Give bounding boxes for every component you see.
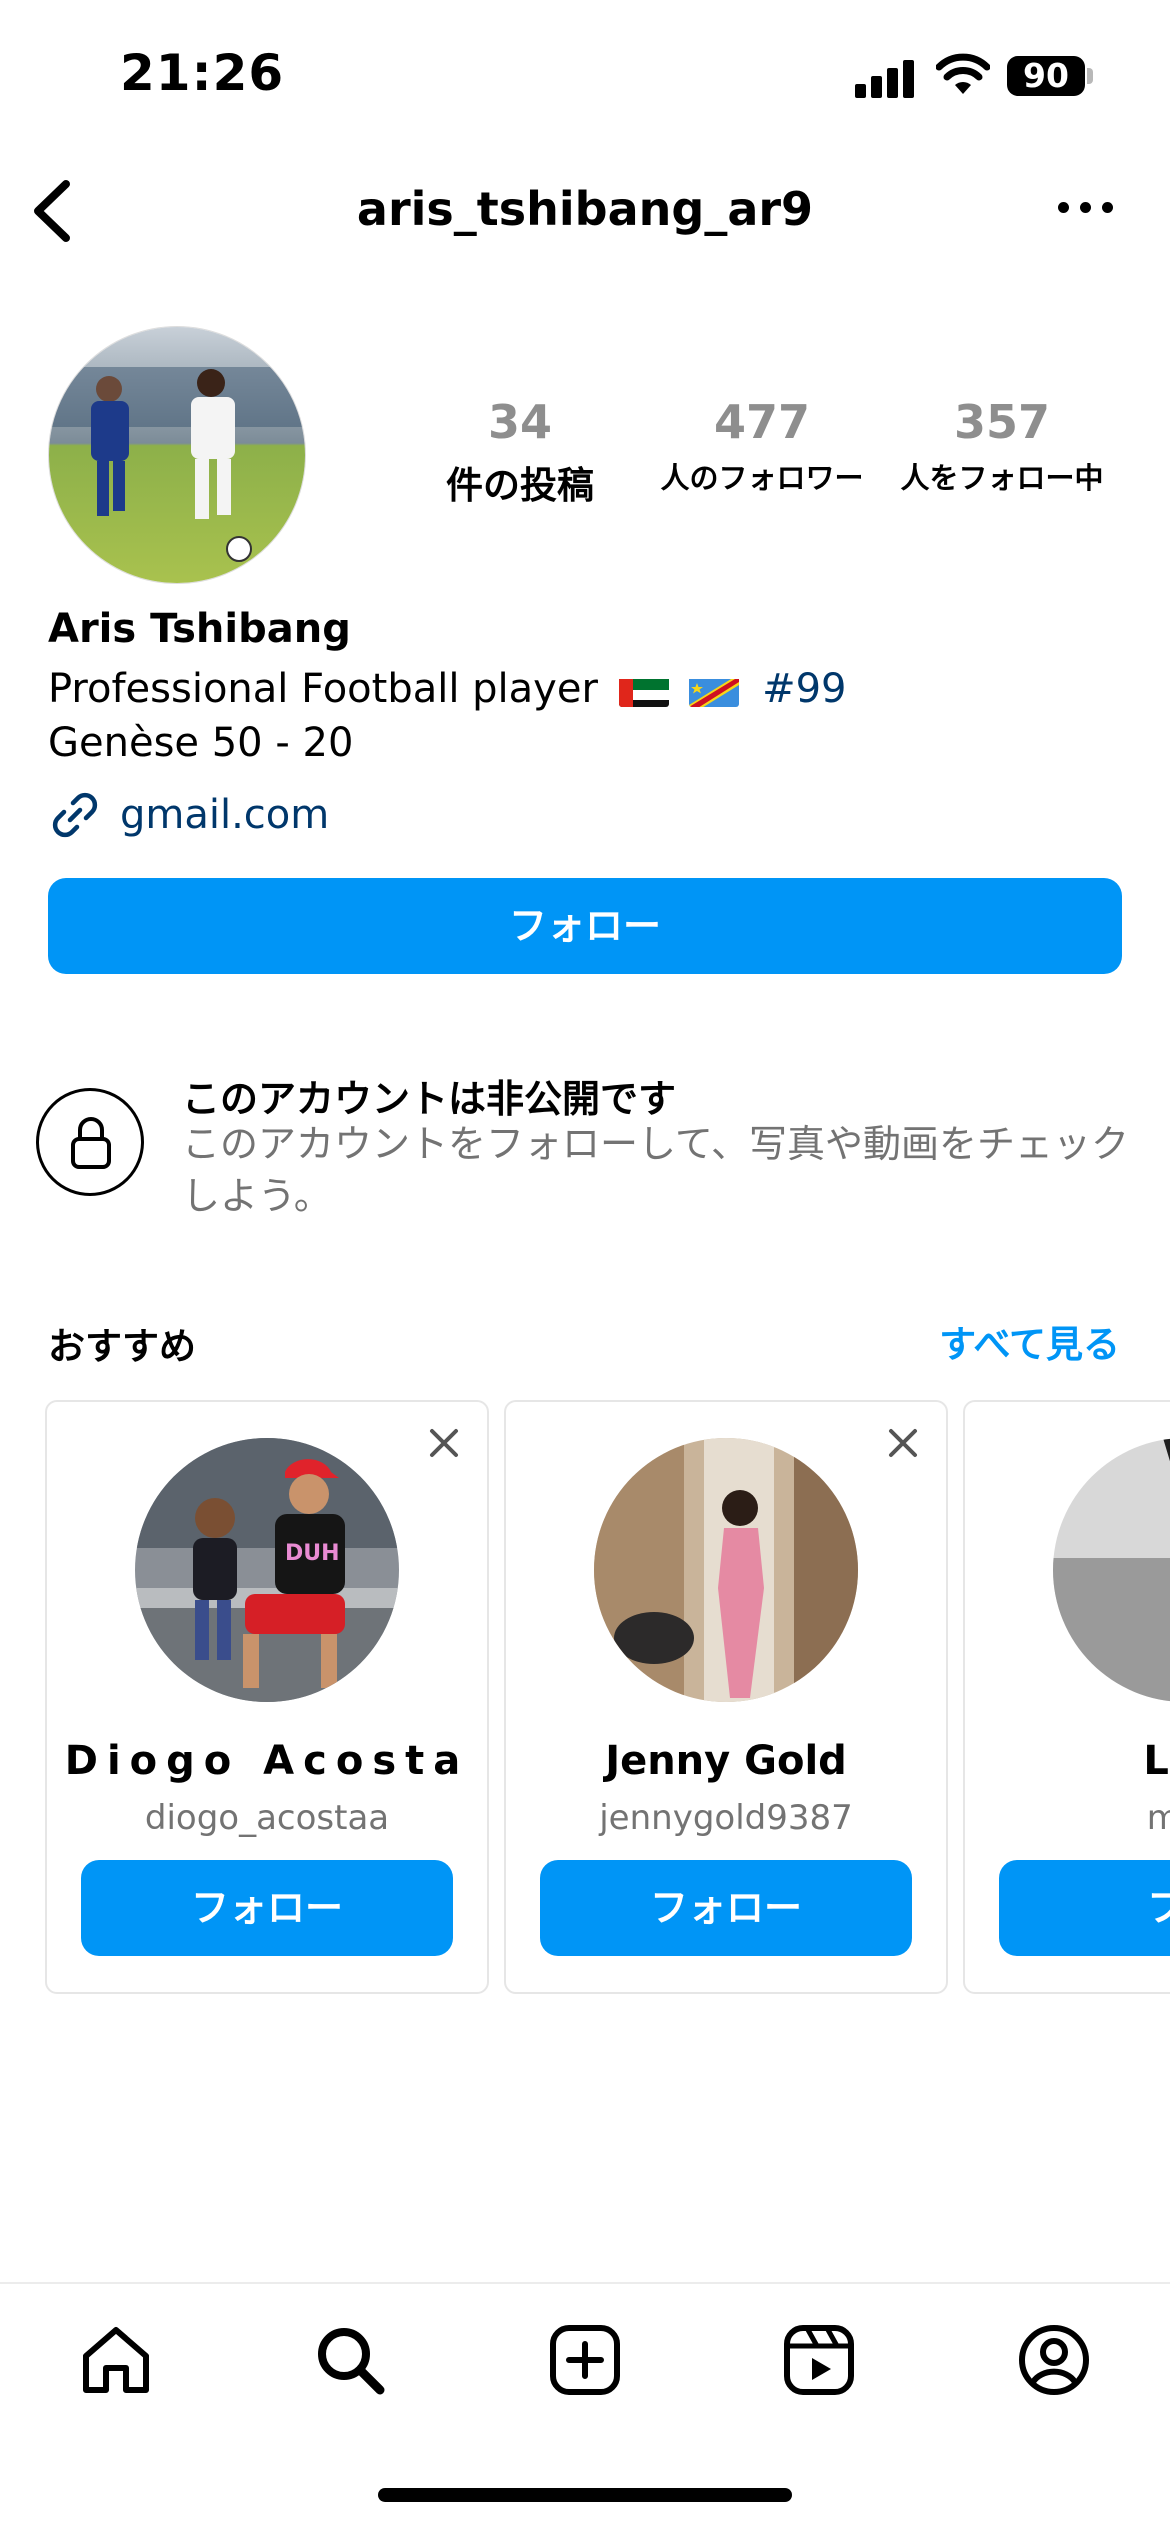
close-icon[interactable] bbox=[429, 1428, 459, 1458]
profile-link-text[interactable]: gmail.com bbox=[120, 792, 329, 838]
header-username: aris_tshibang_ar9 bbox=[356, 182, 814, 236]
following-count[interactable]: 357 人をフォロー中 bbox=[890, 395, 1114, 497]
suggestion-avatar[interactable] bbox=[1053, 1438, 1170, 1702]
suggestion-card[interactable]: DUH Diogo Acosta diogo_acostaa フォロー bbox=[45, 1400, 489, 1994]
following-count-label: 人をフォロー中 bbox=[900, 461, 1104, 495]
suggestion-handle: jennygold9387 bbox=[599, 1798, 853, 1838]
private-account-title: このアカウントは非公開です bbox=[182, 1077, 677, 1121]
wifi-icon bbox=[936, 53, 990, 94]
battery-icon: 90 bbox=[1007, 56, 1085, 96]
profile-avatar[interactable] bbox=[48, 326, 306, 584]
posts-count: 34 件の投稿 bbox=[410, 395, 630, 509]
follow-button[interactable]: フォロー bbox=[48, 878, 1122, 974]
posts-count-label: 件の投稿 bbox=[446, 464, 594, 507]
svg-text:DUH: DUH bbox=[285, 1541, 340, 1566]
link-icon bbox=[52, 792, 98, 838]
bio-text: Professional Football player bbox=[48, 666, 598, 712]
suggestion-name: Jenny Gold bbox=[605, 1738, 847, 1784]
create-icon[interactable] bbox=[545, 2320, 625, 2400]
more-options-icon[interactable] bbox=[1058, 202, 1114, 216]
home-indicator[interactable] bbox=[378, 2488, 792, 2502]
bio-hashtag-link[interactable]: #99 bbox=[762, 666, 846, 712]
bio-line: Professional Football player #99 bbox=[48, 666, 846, 712]
profile-icon[interactable] bbox=[1014, 2320, 1094, 2400]
status-bar: 21:26 90 bbox=[0, 0, 1170, 150]
suggestion-card[interactable]: Jenny Gold jennygold9387 フォロー bbox=[504, 1400, 948, 1994]
suggestion-follow-button[interactable]: フォロー bbox=[81, 1860, 453, 1956]
close-icon[interactable] bbox=[888, 1428, 918, 1458]
suggestion-card[interactable]: Lady mrs_c フォ bbox=[963, 1400, 1170, 1994]
profile-header-bar: aris_tshibang_ar9 bbox=[0, 160, 1170, 260]
followers-count-label: 人のフォロワー bbox=[660, 461, 864, 495]
suggestion-name: Lady bbox=[1143, 1738, 1170, 1784]
suggestion-handle: diogo_acostaa bbox=[144, 1798, 390, 1838]
lock-icon bbox=[36, 1088, 144, 1196]
suggestion-follow-button[interactable]: フォロー bbox=[540, 1860, 912, 1956]
followers-count-value: 477 bbox=[713, 395, 811, 449]
dr-congo-flag-icon bbox=[689, 675, 740, 707]
suggestion-name: Diogo Acosta bbox=[64, 1738, 470, 1784]
private-account-description: このアカウントをフォローして、写真や動画をチェックしよう。 bbox=[182, 1122, 1129, 1218]
search-icon[interactable] bbox=[310, 2320, 390, 2400]
suggestion-handle: mrs_c bbox=[975, 1798, 1170, 1838]
suggestion-avatar[interactable] bbox=[594, 1438, 858, 1702]
uae-flag-icon bbox=[618, 675, 669, 707]
posts-count-value: 34 bbox=[487, 395, 552, 449]
see-all-link[interactable]: すべて見る bbox=[939, 1314, 1120, 1368]
followers-count[interactable]: 477 人のフォロワー bbox=[650, 395, 874, 497]
bio-line-2: Genèse 50 - 20 bbox=[48, 720, 354, 766]
display-name: Aris Tshibang bbox=[48, 606, 351, 652]
reels-icon[interactable] bbox=[779, 2320, 859, 2400]
home-icon[interactable] bbox=[76, 2320, 156, 2400]
cellular-signal-icon bbox=[855, 58, 915, 98]
suggestions-title: おすすめ bbox=[48, 1325, 196, 1368]
suggestion-follow-button[interactable]: フォ bbox=[999, 1860, 1170, 1956]
battery-tip bbox=[1087, 68, 1093, 84]
following-count-value: 357 bbox=[953, 395, 1051, 449]
status-time: 21:26 bbox=[120, 44, 285, 102]
suggestion-avatar[interactable]: DUH bbox=[135, 1438, 399, 1702]
